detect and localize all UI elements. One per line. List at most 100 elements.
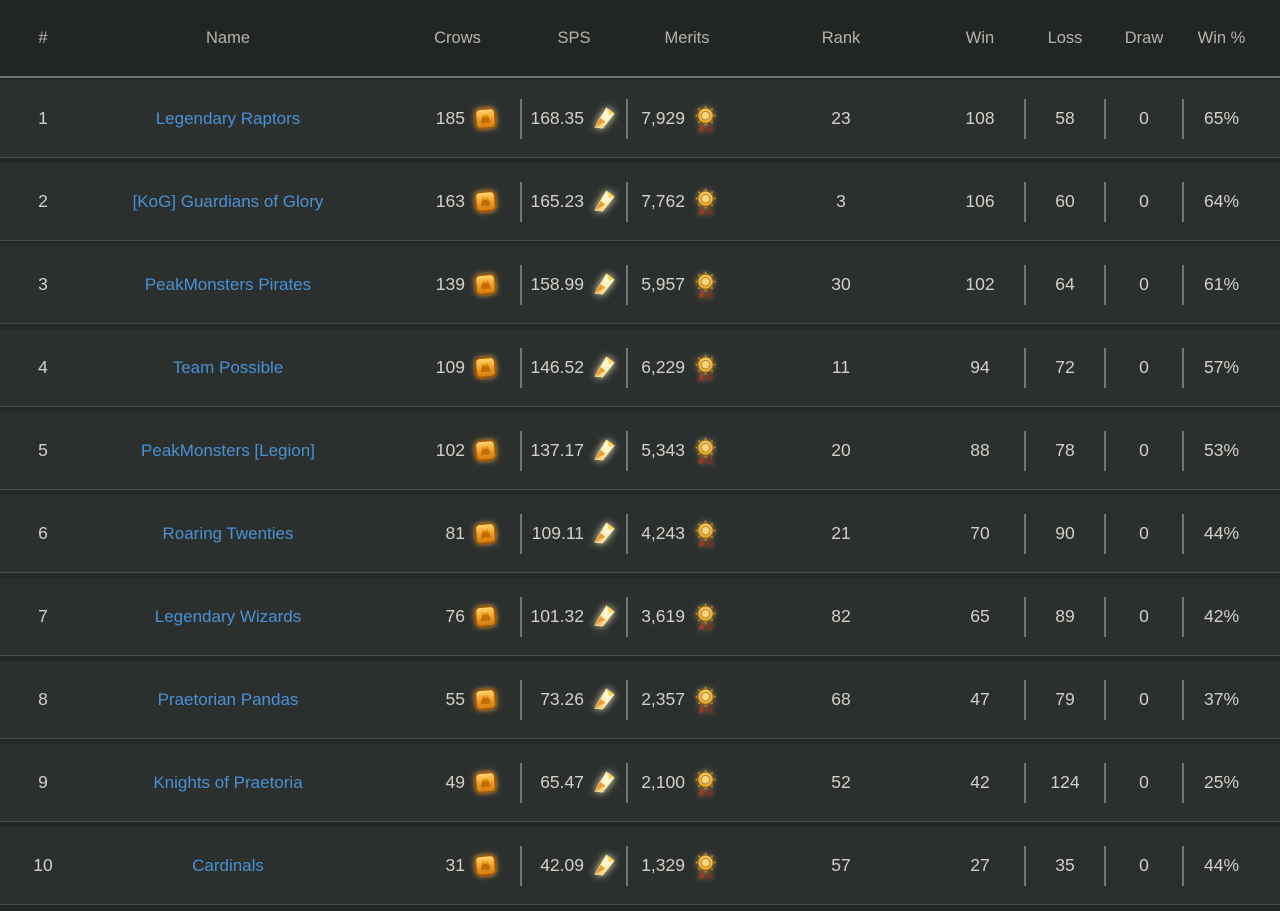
team-name-cell: Cardinals — [86, 827, 370, 904]
win-value: 108 — [935, 80, 1025, 157]
sps-cell: 101.32 — [521, 578, 627, 655]
merits-cell: 2,357 — [627, 661, 747, 738]
loss-value: 60 — [1025, 163, 1105, 240]
win-pct-value: 53% — [1203, 440, 1240, 460]
team-link[interactable]: Knights of Praetoria — [153, 773, 302, 793]
team-link[interactable]: PeakMonsters [Legion] — [141, 441, 315, 461]
win-value: 70 — [935, 495, 1025, 572]
sps-shard-icon — [591, 188, 618, 215]
table-row: 4 Team Possible 109 146.52 6,229 11 94 7… — [0, 329, 1280, 407]
crows-token-icon — [472, 852, 499, 879]
header-draw: Draw — [1124, 28, 1164, 47]
win-pct-value: 44% — [1203, 523, 1240, 543]
merits-value: 5,343 — [641, 440, 685, 460]
crows-cell: 49 — [370, 744, 521, 821]
sps-shard-icon — [591, 354, 618, 381]
team-link[interactable]: Cardinals — [192, 856, 264, 876]
team-link[interactable]: [KoG] Guardians of Glory — [133, 192, 324, 212]
row-number: 7 — [38, 606, 48, 626]
crows-token-icon — [472, 686, 499, 713]
table-row: 2 [KoG] Guardians of Glory 163 165.23 7,… — [0, 163, 1280, 241]
header-win: Win — [965, 28, 995, 47]
crows-value: 109 — [435, 357, 465, 377]
rank-value: 57 — [831, 855, 851, 875]
team-name-cell: Roaring Twenties — [86, 495, 370, 572]
merits-medal-icon — [692, 852, 719, 883]
table-row: 9 Knights of Praetoria 49 65.47 2,100 52… — [0, 744, 1280, 822]
merits-value: 3,619 — [641, 606, 685, 626]
team-name-cell: PeakMonsters [Legion] — [86, 412, 370, 489]
sps-value: 165.23 — [530, 191, 584, 211]
team-name-cell: PeakMonsters Pirates — [86, 246, 370, 323]
crows-token-icon — [472, 769, 499, 796]
crows-token-icon — [472, 105, 499, 132]
team-name-cell: Legendary Raptors — [86, 80, 370, 157]
win-pct-value: 25% — [1203, 772, 1240, 792]
rank-value: 11 — [831, 357, 851, 377]
draw-value: 0 — [1105, 329, 1183, 406]
win-pct-value: 65% — [1203, 108, 1240, 128]
sps-value: 73.26 — [540, 689, 584, 709]
crows-token-icon — [472, 603, 499, 630]
merits-cell: 1,329 — [627, 827, 747, 904]
win-value: 42 — [935, 744, 1025, 821]
sps-shard-icon — [591, 105, 618, 132]
team-link[interactable]: Team Possible — [173, 358, 284, 378]
table-row: 7 Legendary Wizards 76 101.32 3,619 82 6… — [0, 578, 1280, 656]
merits-cell: 6,229 — [627, 329, 747, 406]
team-link[interactable]: Legendary Raptors — [156, 109, 301, 129]
merits-value: 2,100 — [641, 772, 685, 792]
loss-value: 79 — [1025, 661, 1105, 738]
sps-cell: 42.09 — [521, 827, 627, 904]
table-row: 3 PeakMonsters Pirates 139 158.99 5,957 … — [0, 246, 1280, 324]
win-value: 102 — [935, 246, 1025, 323]
win-value: 106 — [935, 163, 1025, 240]
draw-value: 0 — [1105, 412, 1183, 489]
win-value: 47 — [935, 661, 1025, 738]
merits-value: 1,329 — [641, 855, 685, 875]
team-link[interactable]: Praetorian Pandas — [158, 690, 299, 710]
merits-medal-icon — [692, 188, 719, 219]
rank-value: 23 — [831, 108, 851, 128]
win-value: 65 — [935, 578, 1025, 655]
sps-shard-icon — [591, 271, 618, 298]
merits-cell: 7,929 — [627, 80, 747, 157]
merits-medal-icon — [692, 520, 719, 551]
win-value: 94 — [935, 329, 1025, 406]
sps-cell: 168.35 — [521, 80, 627, 157]
team-link[interactable]: Legendary Wizards — [155, 607, 301, 627]
crows-cell: 76 — [370, 578, 521, 655]
win-pct-value: 61% — [1203, 274, 1240, 294]
sps-value: 146.52 — [530, 357, 584, 377]
crows-value: 55 — [445, 689, 465, 709]
table-row: 1 Legendary Raptors 185 168.35 7,929 23 … — [0, 80, 1280, 158]
win-value: 88 — [935, 412, 1025, 489]
draw-value: 0 — [1105, 827, 1183, 904]
rank-value: 3 — [836, 191, 846, 211]
crows-token-icon — [472, 354, 499, 381]
team-name-cell: Knights of Praetoria — [86, 744, 370, 821]
sps-value: 158.99 — [530, 274, 584, 294]
loss-value: 89 — [1025, 578, 1105, 655]
crows-cell: 109 — [370, 329, 521, 406]
sps-value: 42.09 — [540, 855, 584, 875]
sps-cell: 73.26 — [521, 661, 627, 738]
sps-shard-icon — [591, 520, 618, 547]
team-link[interactable]: Roaring Twenties — [162, 524, 293, 544]
merits-value: 7,762 — [641, 191, 685, 211]
header-name: Name — [205, 28, 250, 47]
team-link[interactable]: PeakMonsters Pirates — [145, 275, 311, 295]
win-pct-value: 42% — [1203, 606, 1240, 626]
merits-cell: 5,343 — [627, 412, 747, 489]
merits-medal-icon — [692, 437, 719, 468]
sps-shard-icon — [591, 603, 618, 630]
crows-token-icon — [472, 188, 499, 215]
row-number: 3 — [38, 274, 48, 294]
draw-value: 0 — [1105, 495, 1183, 572]
rank-value: 82 — [831, 606, 851, 626]
rank-value: 20 — [831, 440, 851, 460]
merits-medal-icon — [692, 271, 719, 302]
sps-cell: 165.23 — [521, 163, 627, 240]
merits-cell: 3,619 — [627, 578, 747, 655]
table-row: 5 PeakMonsters [Legion] 102 137.17 5,343… — [0, 412, 1280, 490]
